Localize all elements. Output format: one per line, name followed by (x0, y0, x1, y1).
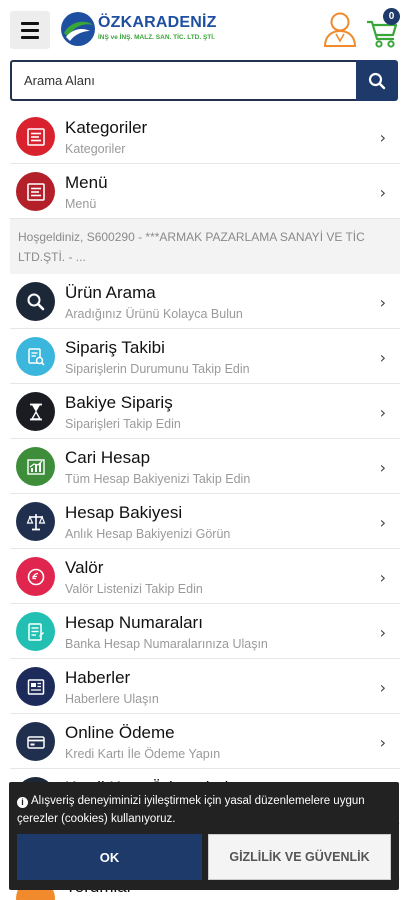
cart-button[interactable]: 0 (366, 8, 400, 48)
menu-item-subtitle: Aradığınız Ürünü Kolayca Bulun (65, 307, 243, 321)
menu-item-subtitle: Kredi Kartı İle Ödeme Yapın (65, 747, 221, 761)
menu-item-hesap-numaralari[interactable]: Hesap Numaraları Banka Hesap Numaraların… (10, 604, 400, 659)
menu-item-title: Online Ödeme (65, 723, 175, 742)
logo-subtitle: İNŞ ve İNŞ. MALZ. SAN. TİC. LTD. ŞTİ. (98, 34, 215, 41)
hamburger-line (21, 28, 39, 32)
cookie-message: i Alışveriş deneyiminizi iyileştirmek içi… (17, 792, 391, 828)
menu-item-title: Hesap Bakiyesi (65, 503, 183, 522)
cart-count-badge: 0 (383, 8, 400, 25)
chevron-right-icon: › (379, 678, 386, 697)
chevron-right-icon: › (379, 348, 386, 367)
menu-item-siparis-takibi[interactable]: Sipariş Takibi Siparişlerin Durumunu Tak… (10, 329, 400, 384)
chevron-right-icon: › (379, 623, 386, 642)
chevron-right-icon: › (379, 293, 386, 312)
menu-item-title: Kategoriler (65, 118, 148, 137)
chevron-right-icon: › (379, 733, 386, 752)
hamburger-line (21, 35, 39, 39)
welcome-message: Hoşgeldiniz, S600290 - ***ARMAK PAZARLAM… (10, 219, 400, 274)
menu-item-bakiye-siparis[interactable]: Bakiye Sipariş Siparişleri Takip Edin › (10, 384, 400, 439)
notes-icon (16, 612, 55, 651)
menu-item-urun-arama[interactable]: Ürün Arama Aradığınız Ürünü Kolayca Bulu… (10, 274, 400, 329)
scale-icon (16, 502, 55, 541)
menu-item-online-odeme[interactable]: Online Ödeme Kredi Kartı İle Ödeme Yapın… (10, 714, 400, 769)
cookie-banner: i Alışveriş deneyiminizi iyileştirmek içi… (9, 782, 399, 890)
menu-item-subtitle: Tüm Hesap Bakiyenizi Takip Edin (65, 472, 251, 486)
cookie-ok-button[interactable]: OK (17, 834, 202, 880)
info-icon: i (17, 797, 28, 808)
list-icon (16, 172, 55, 211)
app-header: ÖZKARADENİZ İNŞ ve İNŞ. MALZ. SAN. TİC. … (0, 0, 408, 58)
search-button[interactable] (356, 60, 398, 101)
menu-item-valor[interactable]: Valör Valör Listenizi Takip Edin › (10, 549, 400, 604)
chevron-right-icon: › (379, 513, 386, 532)
menu-item-subtitle: Siparişleri Takip Edin (65, 417, 181, 431)
chevron-right-icon: › (379, 568, 386, 587)
document-search-icon (16, 337, 55, 376)
menu-item-title: Haberler (65, 668, 131, 687)
coin-icon (16, 557, 55, 596)
list-icon (16, 117, 55, 156)
hourglass-icon (16, 392, 55, 431)
company-logo[interactable]: ÖZKARADENİZ İNŞ ve İNŞ. MALZ. SAN. TİC. … (60, 10, 216, 48)
privacy-security-button[interactable]: GİZLİLİK VE GÜVENLİK (208, 834, 391, 880)
menu-item-title: Valör (65, 558, 104, 577)
menu-item-haberler[interactable]: Haberler Haberlere Ulaşın › (10, 659, 400, 714)
chart-icon (16, 447, 55, 486)
menu-item-title: Ürün Arama (65, 283, 156, 302)
search-icon (16, 282, 55, 321)
chevron-right-icon: › (379, 128, 386, 147)
logo-mark-icon (61, 12, 95, 46)
logo-name: ÖZKARADENİZ (98, 14, 217, 31)
menu-item-subtitle: Haberlere Ulaşın (65, 692, 159, 706)
menu-item-title: Sipariş Takibi (65, 338, 165, 357)
card-icon (16, 722, 55, 761)
menu-item-subtitle: Banka Hesap Numaralarınıza Ulaşın (65, 637, 268, 651)
search-bar (10, 60, 398, 101)
menu-item-title: Bakiye Sipariş (65, 393, 173, 412)
menu-item-subtitle: Kategoriler (65, 142, 126, 156)
menu-item-title: Cari Hesap (65, 448, 151, 467)
menu-item-cari-hesap[interactable]: Cari Hesap Tüm Hesap Bakiyenizi Takip Ed… (10, 439, 400, 494)
hamburger-line (21, 21, 39, 25)
menu-item-title: Hesap Numaraları (65, 613, 203, 632)
menu-item-hesap-bakiyesi[interactable]: Hesap Bakiyesi Anlık Hesap Bakiyenizi Gö… (10, 494, 400, 549)
menu-item-title: Menü (65, 173, 108, 192)
menu-item-subtitle: Menü (65, 197, 97, 211)
search-input[interactable] (10, 60, 356, 101)
chevron-right-icon: › (379, 403, 386, 422)
newspaper-icon (16, 667, 55, 706)
chevron-right-icon: › (379, 183, 386, 202)
chevron-right-icon: › (379, 458, 386, 477)
menu-item-subtitle: Anlık Hesap Bakiyenizi Görün (65, 527, 231, 541)
menu-item-subtitle: Valör Listenizi Takip Edin (65, 582, 203, 596)
menu-item-kategoriler[interactable]: Kategoriler Kategoriler › (10, 109, 400, 164)
search-icon (368, 72, 386, 89)
user-icon[interactable] (322, 10, 358, 48)
hamburger-menu-button[interactable] (10, 11, 50, 49)
cookie-text: Alışveriş deneyiminizi iyileştirmek için… (17, 795, 365, 825)
menu-item-menu[interactable]: Menü Menü › (10, 164, 400, 219)
menu-item-subtitle: Siparişlerin Durumunu Takip Edin (65, 362, 250, 376)
